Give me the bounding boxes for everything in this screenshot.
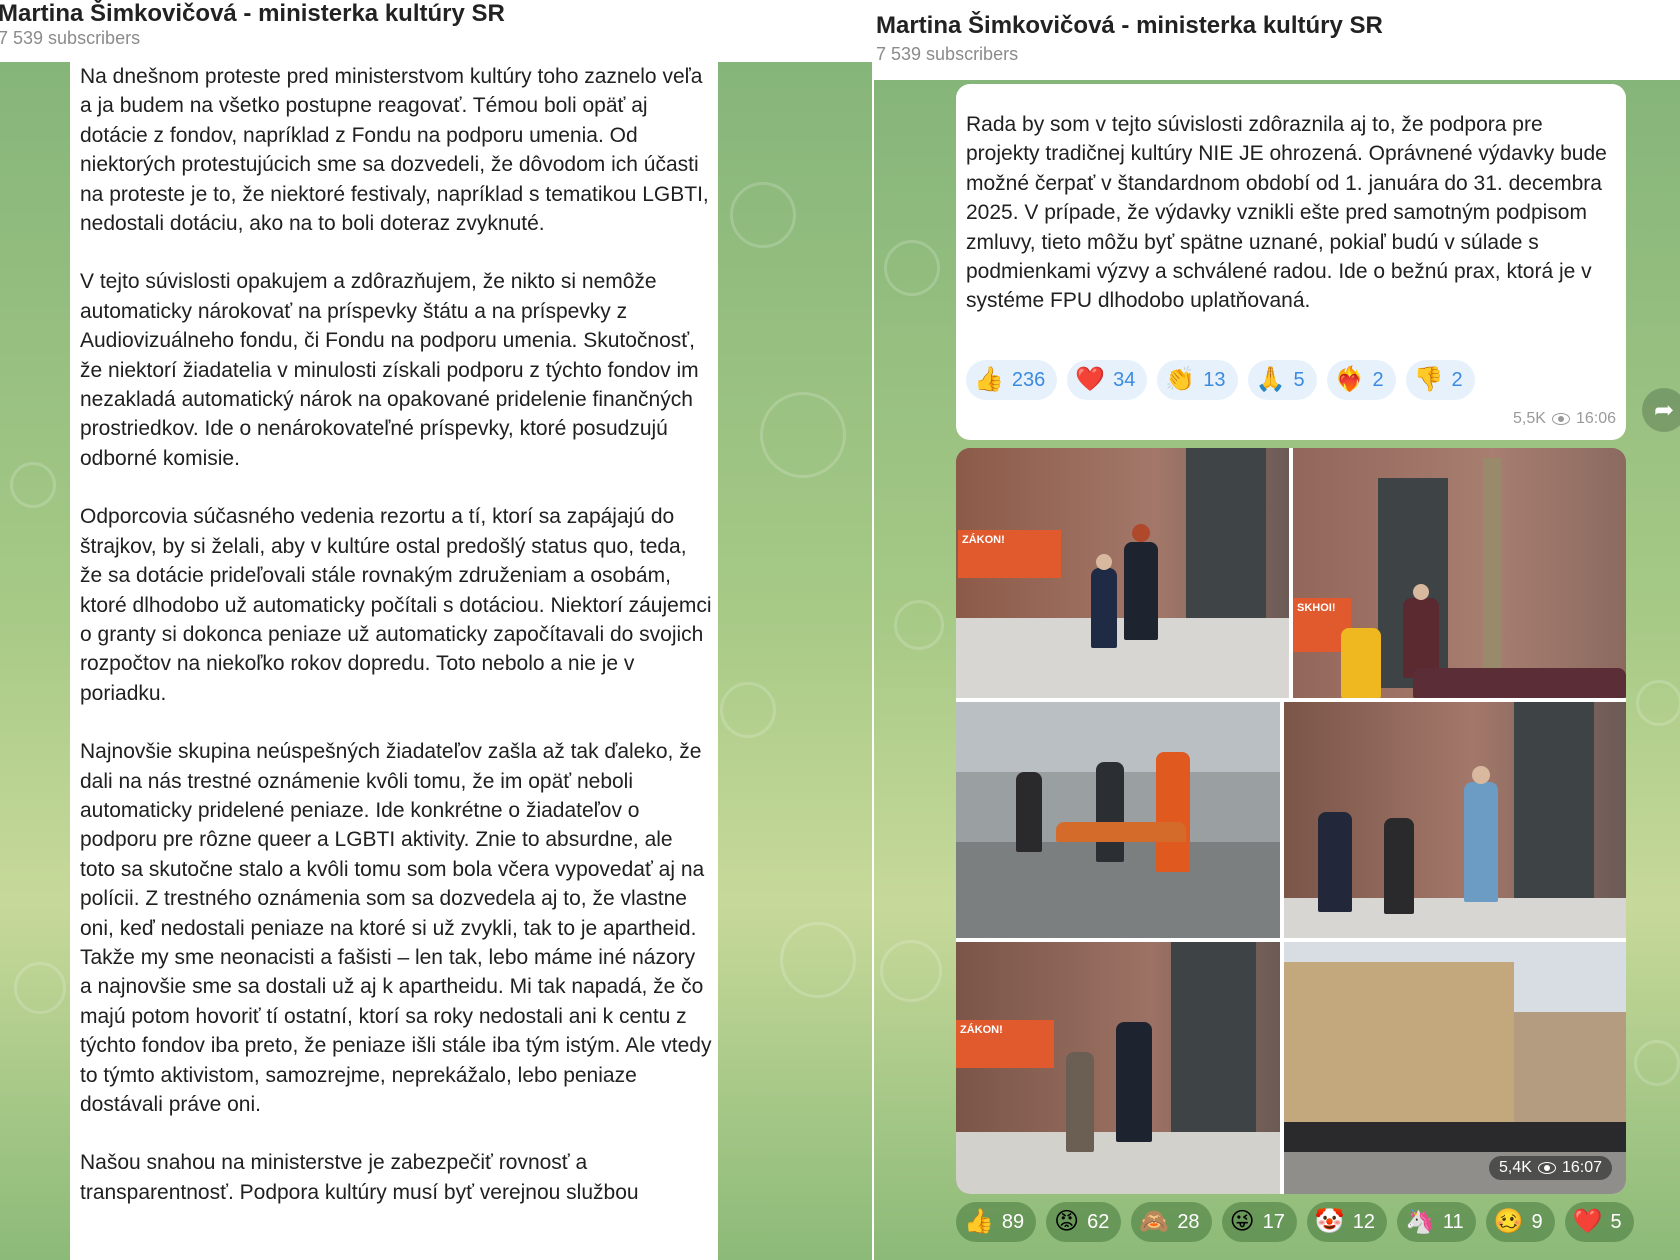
protest-banner: ZÁKON! <box>956 1020 1054 1068</box>
view-count: 5,5K <box>1513 410 1546 427</box>
eye-icon <box>1551 413 1570 425</box>
photo[interactable]: SKHOI! <box>1293 448 1626 698</box>
reaction-heart-fire[interactable]: ❤️‍🔥 2 <box>1326 360 1396 400</box>
reaction-thumbs-up[interactable]: 👍 89 <box>956 1202 1037 1242</box>
message-paragraph: V tejto súvislosti opakujem a zdôrazňuje… <box>80 270 699 470</box>
message-text: Rada by som v tejto súvislosti zdôraznil… <box>966 113 1607 313</box>
reaction-clown[interactable]: 🤡 12 <box>1306 1202 1387 1242</box>
tongue-face-icon: 😜 <box>1229 1208 1255 1235</box>
reaction-count: 28 <box>1177 1210 1200 1233</box>
clown-icon: 🤡 <box>1314 1208 1345 1235</box>
message-bubble: Rada by som v tejto súvislosti zdôraznil… <box>956 84 1626 440</box>
album-meta: 5,4K 16:07 <box>1489 1156 1612 1180</box>
reaction-woozy[interactable]: 🥴 9 <box>1485 1202 1555 1242</box>
message-meta: 5,5K 16:06 <box>1513 410 1616 428</box>
message-paragraph: Našou snahou na ministerstve je zabezpeč… <box>80 1151 639 1204</box>
reaction-tongue[interactable]: 😜 17 <box>1221 1202 1297 1242</box>
channel-title: Martina Šimkovičová - ministerka kultúry… <box>0 0 505 27</box>
reaction-count: 11 <box>1442 1210 1464 1233</box>
angry-face-icon: 😡 <box>1054 1208 1080 1235</box>
reaction-count: 62 <box>1087 1210 1110 1233</box>
thumbs-up-icon: 👍 <box>974 366 1004 393</box>
reaction-count: 12 <box>1352 1210 1375 1233</box>
channel-header[interactable]: Martina Šimkovičová - ministerka kultúry… <box>0 0 872 62</box>
subscriber-count: 7 539 subscribers <box>0 28 141 48</box>
message-text: Na dnešnom proteste pred ministerstvom k… <box>80 62 712 1236</box>
reaction-count: 17 <box>1262 1210 1285 1233</box>
reaction-count: 2 <box>1451 368 1463 391</box>
woozy-face-icon: 🥴 <box>1493 1208 1524 1235</box>
reaction-count: 89 <box>1001 1210 1025 1233</box>
reaction-count: 236 <box>1011 368 1046 391</box>
reaction-pray[interactable]: 🙏 5 <box>1247 360 1317 400</box>
thumbs-down-icon: 👎 <box>1413 366 1444 393</box>
message-time: 16:06 <box>1575 410 1616 427</box>
heart-icon: ❤️ <box>1572 1208 1603 1235</box>
right-screenshot: Martina Šimkovičová - ministerka kultúry… <box>874 0 1680 1260</box>
photo[interactable]: ZÁKON! <box>956 448 1289 698</box>
message-bubble: Na dnešnom proteste pred ministerstvom k… <box>70 62 718 1260</box>
thumbs-up-icon: 👍 <box>964 1208 994 1235</box>
pray-icon: 🙏 <box>1255 366 1286 393</box>
reaction-angry[interactable]: 😡 62 <box>1046 1202 1122 1242</box>
message-paragraph: Odporcovia súčasného vedenia rezortu a t… <box>80 505 712 705</box>
reaction-clap[interactable]: 👏 13 <box>1157 360 1238 400</box>
eye-icon <box>1537 1162 1556 1174</box>
monkey-icon: 🙈 <box>1139 1208 1170 1235</box>
reaction-bar: 👍 236 ❤️ 34 👏 13 🙏 5 ❤️‍🔥 2 👎 2 <box>966 360 1475 400</box>
unicorn-icon: 🦄 <box>1404 1208 1435 1235</box>
channel-header[interactable]: Martina Šimkovičová - ministerka kultúry… <box>874 0 1680 80</box>
channel-title: Martina Šimkovičová - ministerka kultúry… <box>876 12 1383 39</box>
share-button[interactable]: ➦ <box>1642 388 1680 432</box>
photo[interactable]: ZÁKON! <box>956 942 1280 1194</box>
clap-icon: 👏 <box>1165 366 1196 393</box>
reaction-heart[interactable]: ❤️ 5 <box>1564 1202 1634 1242</box>
view-count: 5,4K <box>1499 1159 1532 1176</box>
heart-fire-icon: ❤️‍🔥 <box>1334 366 1365 393</box>
photo[interactable] <box>1284 702 1626 938</box>
reaction-count: 9 <box>1531 1210 1543 1233</box>
album-reaction-bar: 👍 89 😡 62 🙈 28 😜 17 🤡 12 🦄 11 🥴 9 ❤️ 5 <box>956 1202 1634 1242</box>
reaction-unicorn[interactable]: 🦄 11 <box>1396 1202 1476 1242</box>
subscriber-count: 7 539 subscribers <box>876 44 1019 64</box>
photo-album: ZÁKON! SKHOI! ZÁKON! 5,4K 16:07 <box>956 448 1626 1194</box>
message-paragraph: Na dnešnom proteste pred ministerstvom k… <box>80 65 709 236</box>
left-screenshot: Martina Šimkovičová - ministerka kultúry… <box>0 0 872 1260</box>
share-arrow-icon: ➦ <box>1653 396 1675 424</box>
reaction-count: 2 <box>1372 368 1384 391</box>
reaction-heart[interactable]: ❤️ 34 <box>1067 360 1148 400</box>
reaction-count: 13 <box>1203 368 1226 391</box>
reaction-count: 34 <box>1113 368 1136 391</box>
reaction-thumbs-up[interactable]: 👍 236 <box>966 360 1058 400</box>
reaction-count: 5 <box>1610 1210 1622 1233</box>
reaction-thumbs-down[interactable]: 👎 2 <box>1405 360 1475 400</box>
message-time: 16:07 <box>1561 1159 1602 1176</box>
reaction-monkey[interactable]: 🙈 28 <box>1131 1202 1212 1242</box>
reaction-count: 5 <box>1293 368 1305 391</box>
message-paragraph: Najnovšie skupina neúspešných žiadateľov… <box>80 740 712 1116</box>
protest-banner: ZÁKON! <box>958 530 1061 578</box>
heart-icon: ❤️ <box>1075 366 1106 393</box>
photo[interactable] <box>956 702 1280 938</box>
